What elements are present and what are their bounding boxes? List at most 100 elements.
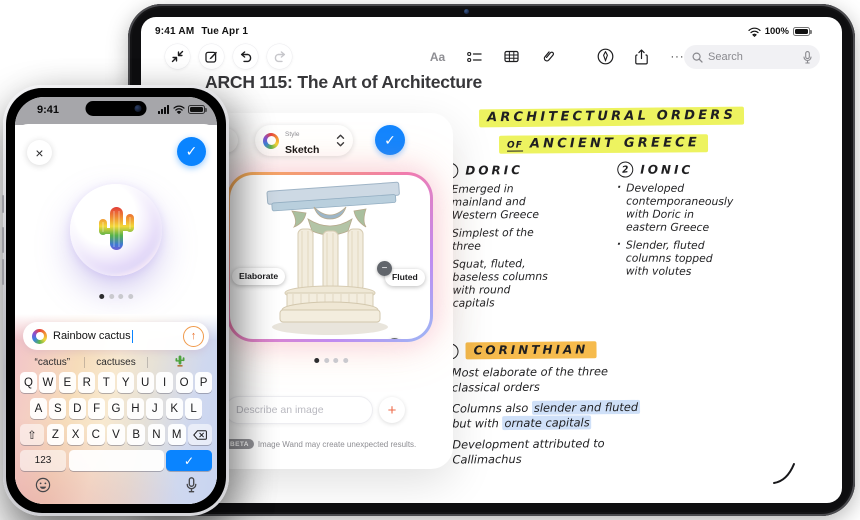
column-illustration xyxy=(230,175,430,339)
wifi-icon xyxy=(748,27,761,37)
prompt-input[interactable]: Rainbow cactus ↑ xyxy=(23,322,209,350)
key[interactable]: E xyxy=(59,372,76,393)
key[interactable]: P xyxy=(195,372,212,393)
key[interactable]: H xyxy=(127,398,144,419)
notes-heading-2: OFANCIENT GREECE xyxy=(499,131,708,151)
prompt-text: Rainbow cactus xyxy=(53,330,131,342)
key[interactable]: D xyxy=(69,398,86,419)
rainbow-cactus-genmoji xyxy=(95,203,137,257)
key[interactable]: C xyxy=(87,424,105,445)
key[interactable]: R xyxy=(78,372,95,393)
volume-up-button xyxy=(2,227,5,253)
key[interactable]: Z xyxy=(47,424,65,445)
checklist-icon[interactable] xyxy=(462,44,487,69)
dynamic-island xyxy=(86,101,147,116)
volume-down-button xyxy=(2,259,5,285)
action-button xyxy=(2,195,5,213)
confirm-check-icon[interactable]: ✓ xyxy=(177,137,206,166)
key[interactable]: Y xyxy=(117,372,134,393)
doric-bullet: Squat, fluted, baseless columns with rou… xyxy=(443,257,614,311)
space-key[interactable] xyxy=(69,450,164,471)
key[interactable]: W xyxy=(39,372,56,393)
wifi-icon xyxy=(173,105,185,114)
key[interactable]: M xyxy=(168,424,186,445)
undo-icon[interactable] xyxy=(233,44,258,69)
ipad-toolbar-format-group: Aa xyxy=(425,44,561,69)
iphone-device: 9:41 × ✓ xyxy=(3,85,229,516)
key[interactable]: S xyxy=(49,398,66,419)
close-icon[interactable]: × xyxy=(27,140,52,165)
minimize-icon[interactable] xyxy=(165,44,190,69)
phone-status-bar: 9:41 xyxy=(15,97,217,125)
ipad-status-right: 100% xyxy=(748,26,810,37)
chip-elaborate[interactable]: Elaborate xyxy=(232,268,285,285)
key[interactable]: G xyxy=(108,398,125,419)
ionic-bullet: Slender, fluted columns topped with volu… xyxy=(617,239,813,279)
key[interactable]: X xyxy=(67,424,85,445)
compose-icon[interactable] xyxy=(199,44,224,69)
keyboard-bottom-bar xyxy=(35,474,197,496)
numbers-key[interactable]: 123 xyxy=(20,450,66,471)
front-camera xyxy=(135,105,142,112)
suggestion-quoted[interactable]: “cactus” xyxy=(21,357,84,368)
key[interactable]: Q xyxy=(20,372,37,393)
key[interactable]: I xyxy=(156,372,173,393)
image-wand-popup: × StyleSketch ✓ xyxy=(209,113,453,469)
note-title: ARCH 115: The Art of Architecture xyxy=(205,72,482,93)
corinthian-bullet: Columns also slender and flutedbut with … xyxy=(443,398,813,431)
suggestion-cactus-emoji[interactable] xyxy=(148,355,211,370)
search-input[interactable]: Search xyxy=(684,45,820,69)
ipad-device: 9:41 AM Tue Apr 1 100% xyxy=(128,4,855,516)
key[interactable]: F xyxy=(88,398,105,419)
emoji-icon[interactable] xyxy=(35,477,51,493)
pen-stroke-arc xyxy=(772,461,796,485)
confirm-check-icon[interactable]: ✓ xyxy=(375,125,405,155)
ipad-clock: 9:41 AM xyxy=(155,26,194,37)
page-dots[interactable] xyxy=(99,294,133,299)
stage: 9:41 AMTue Apr 1 100% xyxy=(0,0,860,520)
describe-placeholder: Describe an image xyxy=(236,404,324,416)
page-dots[interactable] xyxy=(314,358,348,363)
key[interactable]: O xyxy=(176,372,193,393)
signal-icon xyxy=(158,105,169,114)
beta-disclaimer: BETA Image Wand may create unexpected re… xyxy=(225,439,416,449)
key[interactable]: A xyxy=(30,398,47,419)
redo-icon[interactable] xyxy=(267,44,292,69)
handwritten-notes: ARCHITECTURAL ORDERS OFANCIENT GREECE 1D… xyxy=(441,105,813,491)
ipad-toolbar-left xyxy=(165,44,292,69)
key[interactable]: N xyxy=(148,424,166,445)
shift-key[interactable]: ⇧ xyxy=(20,424,44,445)
ionic-section: 2IONIC Developed contemporaneously with … xyxy=(617,161,814,279)
beta-badge: BETA xyxy=(225,439,254,449)
return-key[interactable]: ✓ xyxy=(166,450,212,471)
format-icon[interactable]: Aa xyxy=(425,44,450,69)
circled-number: 2 xyxy=(617,161,635,179)
share-icon[interactable] xyxy=(629,44,654,69)
key[interactable]: B xyxy=(127,424,145,445)
backspace-key[interactable] xyxy=(188,424,212,445)
doric-bullet: Simplest of the three xyxy=(443,226,613,254)
key[interactable]: T xyxy=(98,372,115,393)
send-up-icon[interactable]: ↑ xyxy=(183,326,204,347)
battery-icon xyxy=(793,27,810,36)
describe-image-input[interactable]: Describe an image xyxy=(225,396,373,424)
add-icon[interactable]: + xyxy=(379,397,405,423)
attachment-icon[interactable] xyxy=(536,44,561,69)
key[interactable]: V xyxy=(107,424,125,445)
style-selector[interactable]: StyleSketch xyxy=(255,125,353,156)
key[interactable]: L xyxy=(185,398,202,419)
dictation-mic-icon[interactable] xyxy=(803,51,812,64)
suggestion-word[interactable]: cactuses xyxy=(85,357,148,368)
minus-icon[interactable]: − xyxy=(377,261,392,276)
keyboard-area: Rainbow cactus ↑ “cactus” cactuses xyxy=(15,314,217,504)
table-icon[interactable] xyxy=(499,44,524,69)
ipad-toolbar-action-group: ··· xyxy=(593,44,690,69)
ipad-date: Tue Apr 1 xyxy=(201,26,248,37)
key[interactable]: K xyxy=(166,398,183,419)
markup-icon[interactable] xyxy=(593,44,618,69)
generated-image-card[interactable]: Elaborate − Fluted Classical Greek Archi… xyxy=(227,172,433,342)
key[interactable]: U xyxy=(137,372,154,393)
mic-icon[interactable] xyxy=(186,477,197,493)
key[interactable]: J xyxy=(146,398,163,419)
ipad-screen: 9:41 AM Tue Apr 1 100% xyxy=(141,17,842,503)
